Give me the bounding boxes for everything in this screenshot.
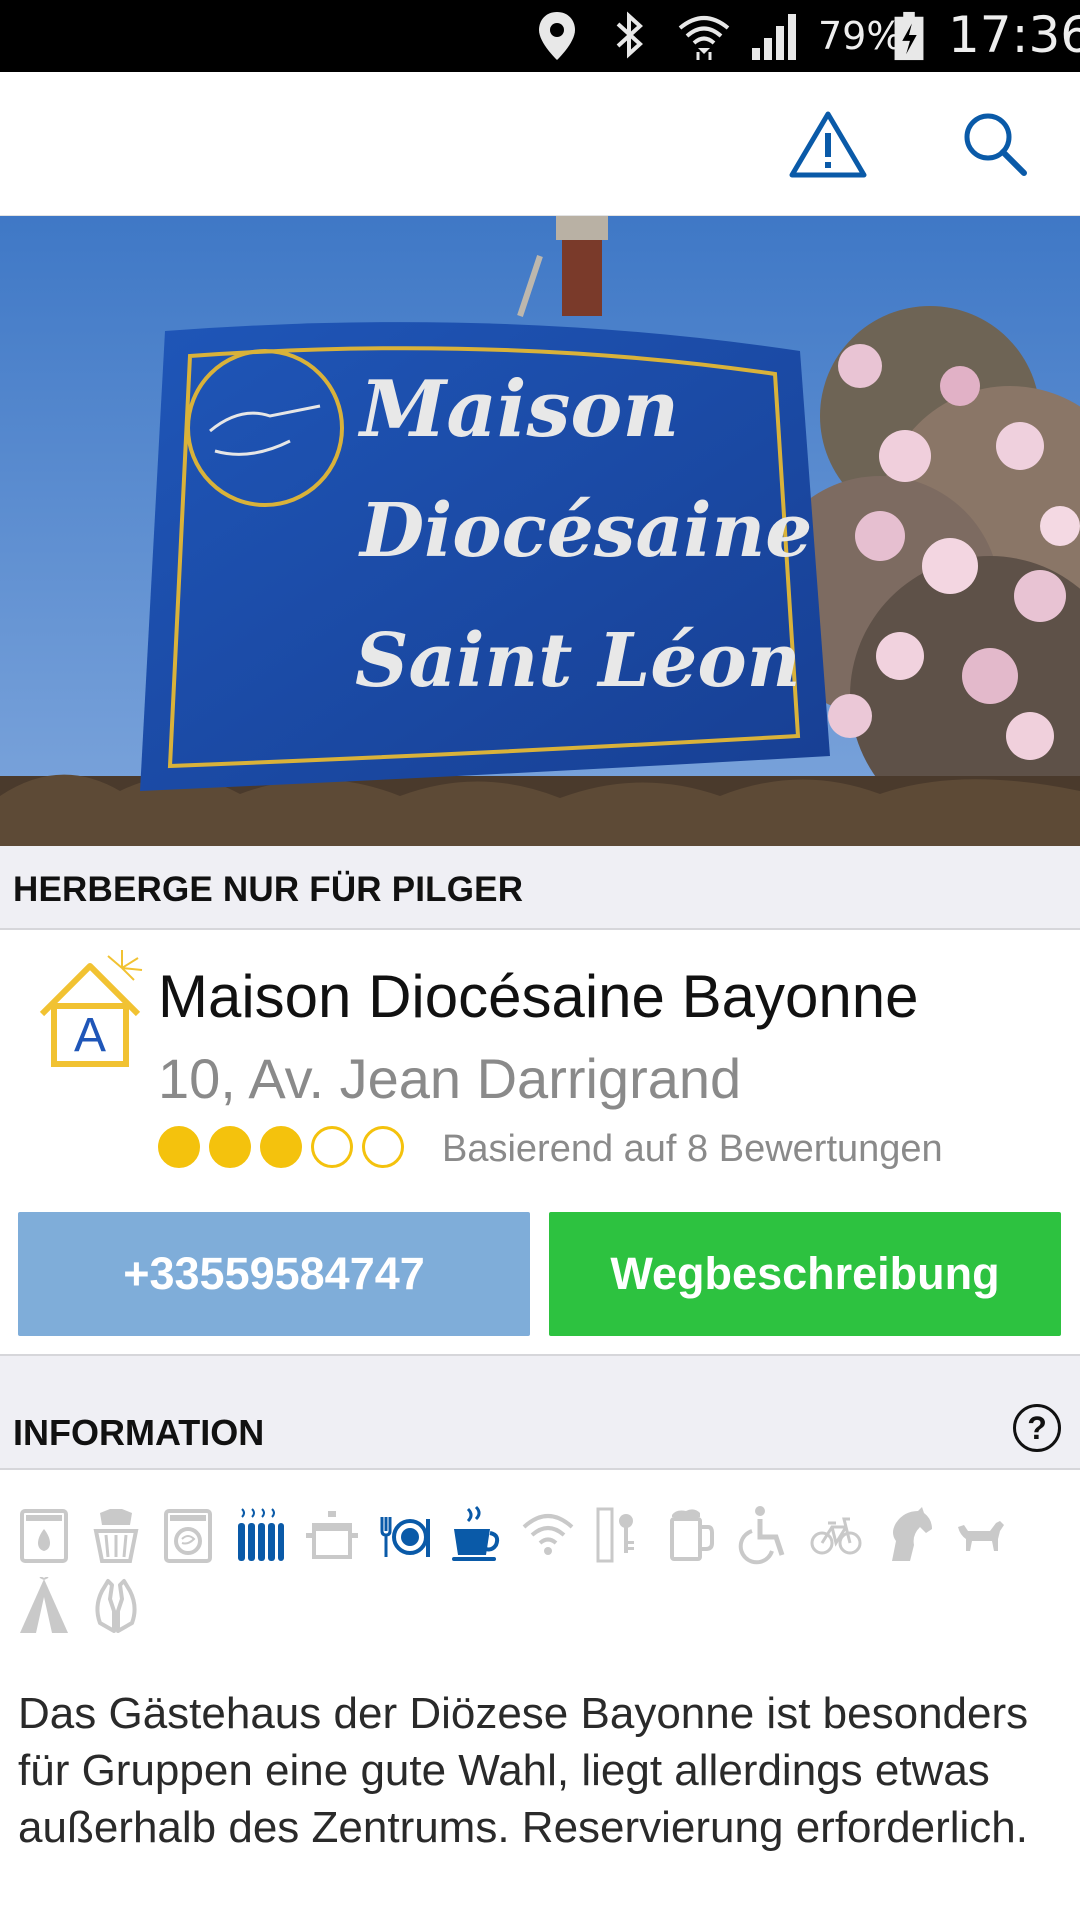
dog-icon: [954, 1504, 1006, 1566]
rating-dot-filled: [209, 1126, 251, 1168]
sign-line-3: Saint Léon: [355, 618, 801, 704]
rating-dot-filled: [260, 1126, 302, 1168]
amenity-icons: [18, 1504, 1058, 1638]
rating-dots: [158, 1126, 404, 1172]
albergue-logo-icon: A: [39, 950, 143, 1067]
information-title: INFORMATION: [13, 1412, 265, 1453]
toolbar: [0, 72, 1080, 216]
status-bar: 79% 17:36: [0, 0, 1080, 72]
heating-icon: [234, 1504, 286, 1566]
wheelchair-icon: [738, 1504, 790, 1566]
review-count: Basierend auf 8 Bewertungen: [442, 1128, 943, 1170]
help-icon[interactable]: ?: [1013, 1404, 1061, 1452]
lockers-icon: [594, 1504, 646, 1566]
search-button[interactable]: [950, 102, 1040, 186]
search-icon: [964, 113, 1027, 176]
category-label: HERBERGE NUR FÜR PILGER: [13, 870, 524, 909]
warning-icon: [789, 111, 867, 178]
rating-dot-empty: [311, 1126, 353, 1168]
cooking-pot-icon: [306, 1504, 358, 1566]
bar-icon: [666, 1504, 718, 1566]
prayer-icon: [90, 1576, 142, 1638]
sign-line-1: Maison: [357, 364, 679, 455]
category-header: HERBERGE NUR FÜR PILGER: [0, 846, 1080, 930]
tent-icon: [18, 1576, 70, 1638]
bluetooth-icon: [616, 11, 643, 59]
battery-percent: 79%: [818, 14, 903, 58]
information-header: INFORMATION ?: [0, 1354, 1080, 1470]
washing-machine-icon: [18, 1504, 70, 1566]
laundry-basket-icon: [90, 1504, 142, 1566]
bicycle-icon: [810, 1504, 862, 1566]
listing-address: 10, Av. Jean Darrigrand: [158, 1047, 742, 1110]
rating-dot-empty: [362, 1126, 404, 1168]
listing-name: Maison Diocésaine Bayonne: [158, 963, 919, 1030]
clock: 17:36: [948, 6, 1080, 64]
horse-icon: [882, 1504, 934, 1566]
battery-charging-icon: [894, 11, 924, 61]
call-button[interactable]: +33559584747: [18, 1212, 530, 1336]
hero-image: Maison Diocésaine Saint Léon: [0, 216, 1080, 846]
directions-button[interactable]: Wegbeschreibung: [549, 1212, 1061, 1336]
description-text: Das Gästehaus der Diözese Bayonne ist be…: [18, 1689, 1029, 1852]
listing-card: A Maison Diocésaine Bayonne 10, Av. Jean…: [0, 932, 1080, 1356]
breakfast-icon: [450, 1504, 502, 1566]
wifi-icon: [522, 1504, 574, 1566]
dryer-icon: [162, 1504, 214, 1566]
logo-letter: A: [74, 1009, 106, 1062]
report-button[interactable]: [783, 102, 873, 186]
cell-signal-icon: [752, 14, 796, 60]
location-icon: [539, 12, 575, 60]
rating-dot-filled: [158, 1126, 200, 1168]
sign-line-2: Diocésaine: [358, 488, 812, 574]
wifi-icon: [678, 16, 730, 60]
meals-icon: [378, 1504, 430, 1566]
